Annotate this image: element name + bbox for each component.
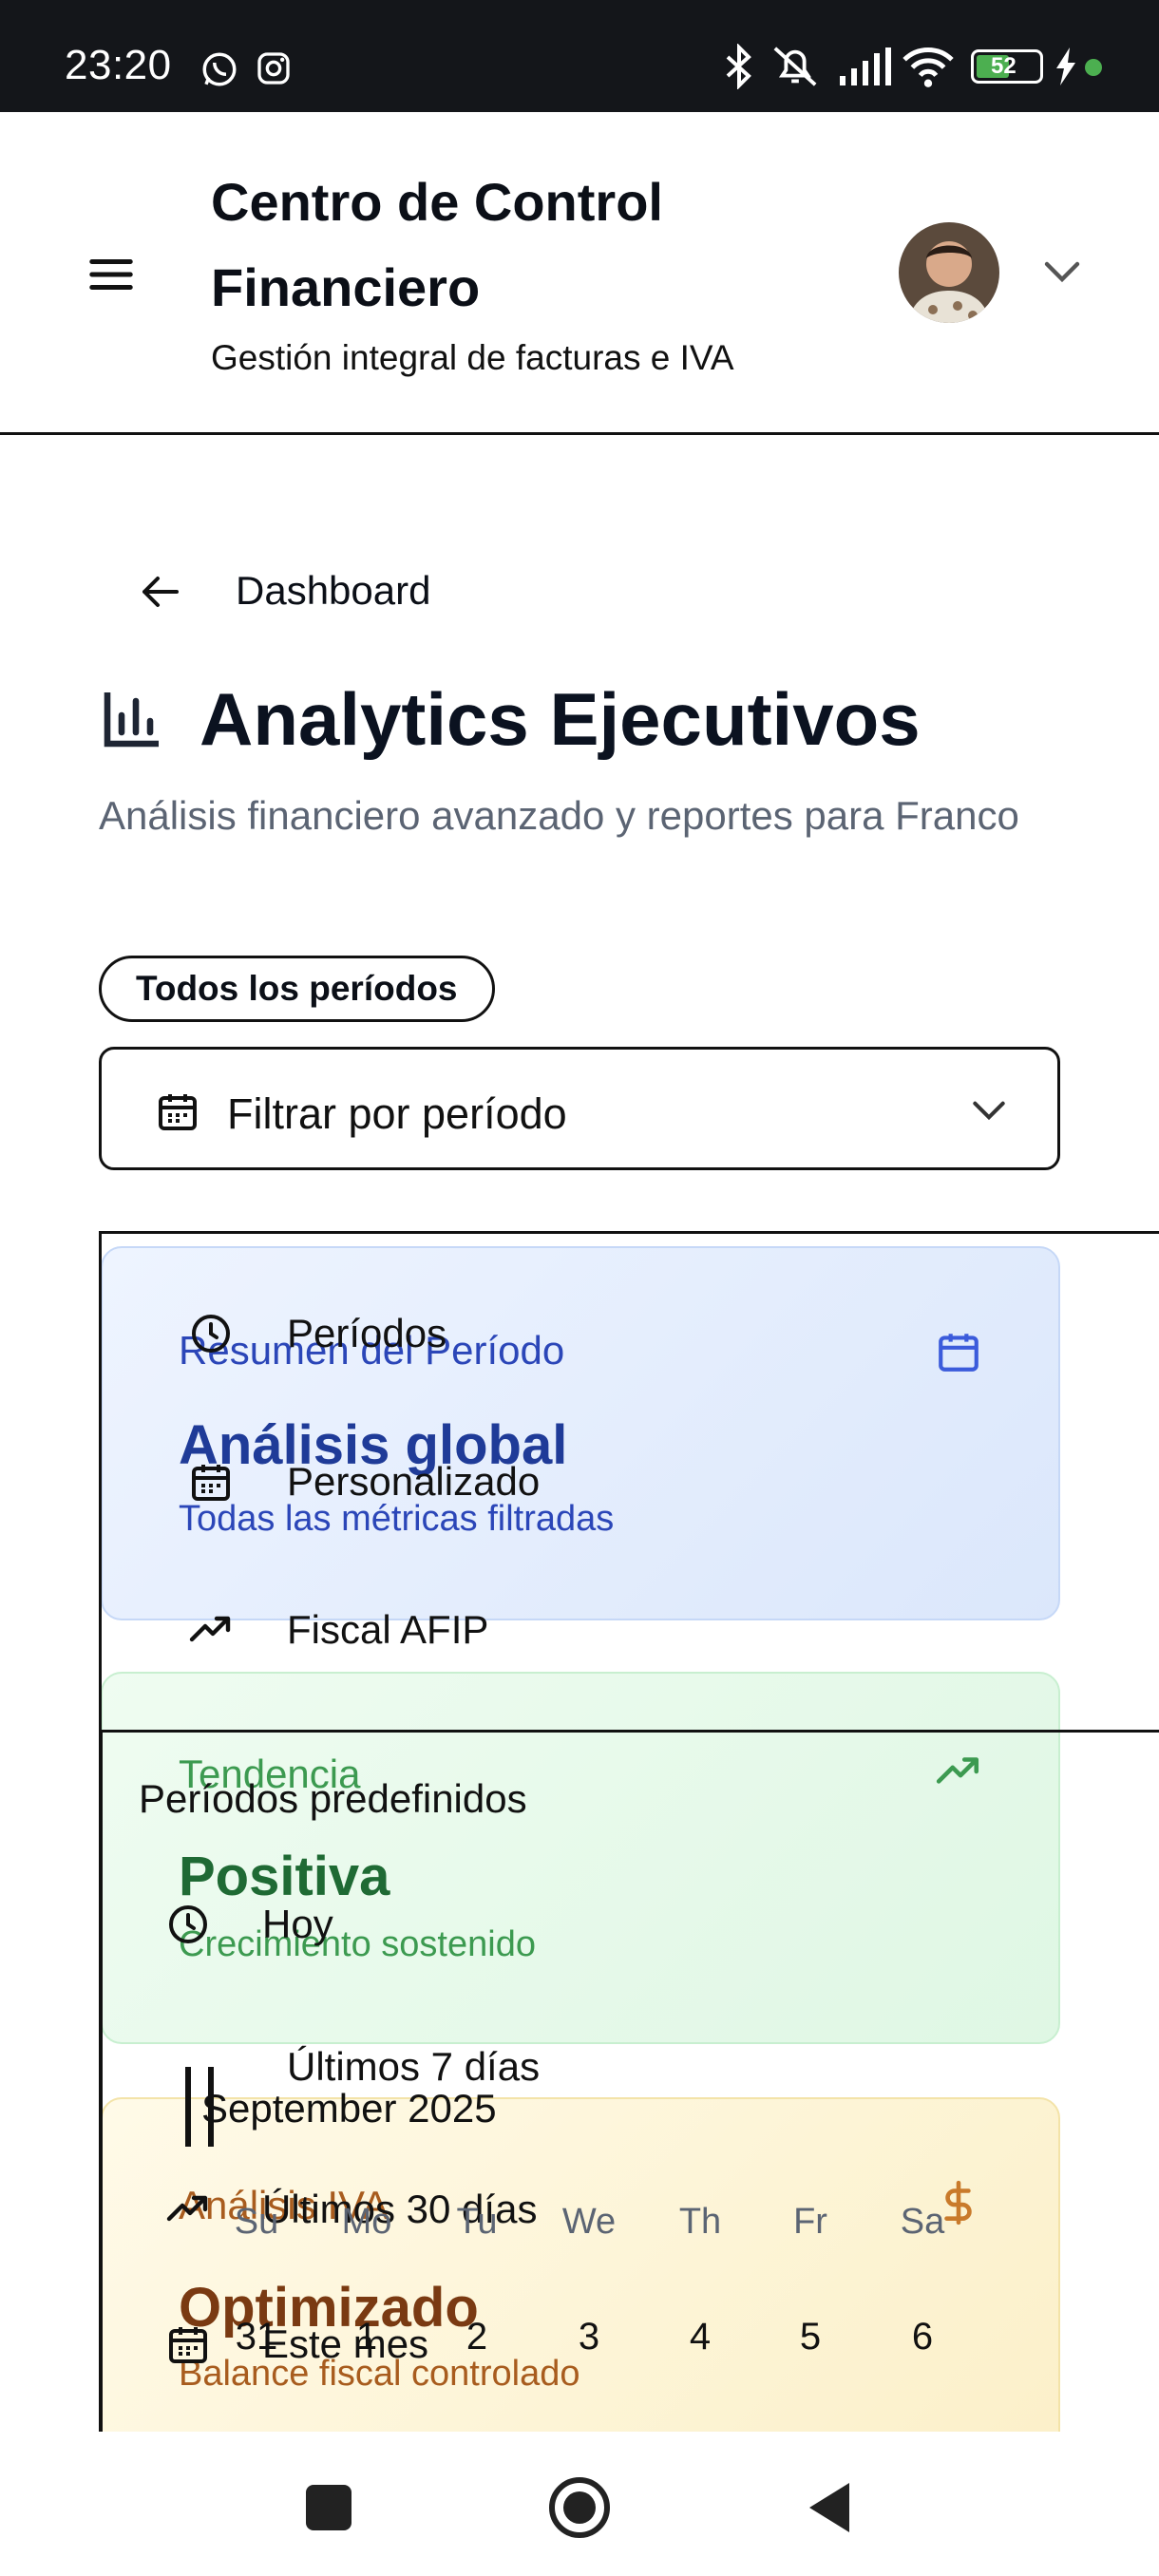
trending-up-icon [166, 2195, 208, 2222]
weekday-header: Mo [341, 2202, 392, 2242]
calendar-day[interactable]: 5 [772, 2316, 848, 2358]
period-filter-value: Filtrar por período [227, 1089, 567, 1138]
clock-icon [192, 1315, 230, 1353]
tab-custom[interactable]: Personalizado [287, 1459, 540, 1505]
chevron-down-icon [973, 1101, 1005, 1121]
bluetooth-icon [726, 44, 751, 89]
back-button[interactable] [808, 2481, 851, 2534]
back-arrow-icon[interactable] [127, 560, 232, 623]
calendar-icon [159, 1094, 197, 1130]
chevron-down-icon[interactable] [1039, 253, 1085, 291]
period-filter-select[interactable]: Filtrar por período [99, 1047, 1060, 1170]
status-time: 23:20 [65, 42, 172, 88]
app-title: Centro de Control Financiero [211, 172, 663, 317]
calendar-month: September 2025 [201, 2086, 497, 2131]
calendar-day[interactable]: 2 [439, 2316, 515, 2358]
charging-icon [1056, 47, 1075, 85]
menu-icon[interactable] [86, 249, 137, 300]
bar-chart-icon [104, 692, 159, 748]
calendar-day[interactable]: 1 [329, 2316, 405, 2358]
weekday-header: We [561, 2202, 617, 2242]
whatsapp-icon [202, 52, 237, 86]
tab-periods[interactable]: Períodos [287, 1311, 446, 1356]
weekday-header: Fr [793, 2202, 827, 2242]
weekday-header: Su [234, 2202, 279, 2242]
app-subtitle: Gestión integral de facturas e IVA [211, 338, 734, 377]
recent-apps-button[interactable] [306, 2485, 352, 2530]
trending-up-icon [936, 1757, 979, 1784]
weekday-header: Th [678, 2202, 722, 2242]
battery-icon: 52 [971, 49, 1043, 84]
calendar-day[interactable]: 3 [551, 2316, 627, 2358]
signal-icon [840, 47, 891, 85]
calendar-day[interactable]: 6 [884, 2316, 960, 2358]
weekday-header: Tu [456, 2202, 498, 2242]
page-title: Analytics Ejecutivos [200, 677, 921, 761]
camera-indicator-dot [1085, 59, 1102, 76]
system-nav-bar [0, 2432, 1159, 2576]
calendar-icon [192, 1465, 230, 1501]
status-bar: 23:20 52 [0, 0, 1159, 112]
wifi-icon [902, 47, 954, 87]
battery-level: 52 [991, 53, 1016, 79]
instagram-icon [257, 52, 290, 85]
option-today[interactable]: Hoy [262, 1902, 333, 1947]
card-subtitle: Crecimiento sostenido [179, 1924, 536, 1964]
period-dropdown-border [99, 1733, 103, 2454]
card-value: Positiva [179, 1846, 390, 1907]
calendar-day[interactable]: 4 [662, 2316, 738, 2358]
weekday-header: Sa [900, 2202, 945, 2242]
option-last-7-days[interactable]: Últimos 7 días [287, 2044, 540, 2090]
back-link[interactable]: Dashboard [236, 568, 430, 614]
calendar-day[interactable]: 31 [218, 2316, 294, 2358]
trending-up-icon [189, 1616, 231, 1642]
avatar[interactable] [899, 222, 999, 323]
period-dropdown-tabs [99, 1231, 1159, 1733]
section-title: Períodos predefinidos [139, 1776, 527, 1821]
user-photo [899, 222, 999, 323]
calendar-icon [169, 2327, 207, 2363]
home-button[interactable] [547, 2475, 612, 2540]
clock-icon [169, 1905, 207, 1943]
page-description: Análisis financiero avanzado y reportes … [99, 793, 1019, 838]
mute-icon [773, 47, 817, 86]
tab-fiscal-afip[interactable]: Fiscal AFIP [287, 1607, 488, 1653]
period-badge: Todos los períodos [99, 956, 495, 1022]
